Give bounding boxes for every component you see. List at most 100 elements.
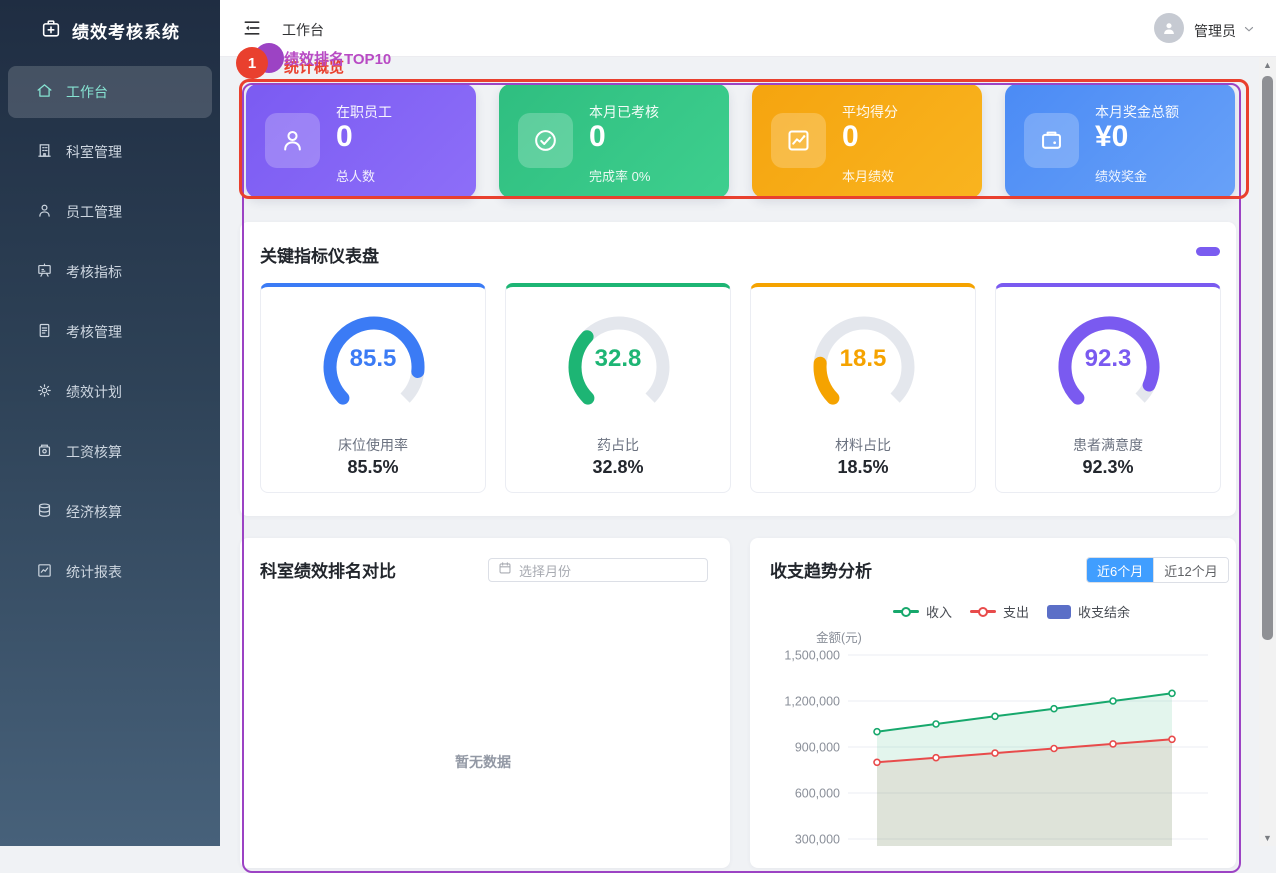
top-header	[220, 0, 1276, 57]
scroll-up-icon[interactable]: ▲	[1259, 60, 1276, 70]
legend-label: 支出	[1003, 602, 1029, 621]
stat-card-average-score: 平均得分 0 本月绩效	[752, 84, 982, 198]
sidebar-item-label: 工资核算	[66, 442, 122, 462]
database-icon	[36, 502, 53, 522]
stat-title: 本月奖金总额	[1095, 102, 1179, 122]
stat-value: 0	[589, 120, 606, 154]
scrollbar-thumb[interactable]	[1262, 76, 1273, 640]
sidebar-item-departments[interactable]: 科室管理	[8, 132, 212, 172]
legend-label: 收入	[926, 602, 952, 621]
stat-title: 平均得分	[842, 102, 898, 122]
trend-line-chart: 金额(元) 1,500,000 1,200,000 900,000 600,000 300…	[758, 628, 1236, 846]
ranking-panel	[240, 538, 730, 868]
gauge-label: 患者满意度	[996, 435, 1220, 455]
stat-subtitle: 完成率 0%	[589, 166, 650, 185]
gauge-label: 床位使用率	[261, 435, 485, 455]
month-picker-placeholder: 选择月份	[519, 561, 571, 580]
sidebar-item-reports[interactable]: 统计报表	[8, 552, 212, 592]
annotation-label-red: 统计概览	[284, 56, 344, 77]
gauge-percent: 18.5%	[751, 457, 975, 478]
breadcrumb: 工作台	[282, 20, 324, 40]
sidebar-item-label: 科室管理	[66, 142, 122, 162]
svg-text:1,200,000: 1,200,000	[784, 695, 840, 709]
gear-icon	[36, 382, 53, 402]
sidebar-item-label: 绩效计划	[66, 382, 122, 402]
sidebar-item-workbench[interactable]: 工作台	[8, 66, 212, 118]
sidebar-item-label: 工作台	[66, 82, 108, 102]
presentation-board-icon	[36, 262, 53, 282]
svg-text:1,500,000: 1,500,000	[784, 649, 840, 663]
stat-title: 本月已考核	[589, 102, 659, 122]
scroll-down-icon[interactable]: ▼	[1259, 833, 1276, 843]
building-icon	[36, 142, 53, 162]
sidebar-item-economy[interactable]: 经济核算	[8, 492, 212, 532]
sidebar: 绩效考核系统 工作台 科室管理 员工管理 考核指标 考核管理 绩效计划 工资核算…	[0, 0, 220, 846]
sidebar-item-assessment[interactable]: 考核管理	[8, 312, 212, 352]
stat-card-bonus-total: 本月奖金总额 ¥0 绩效奖金	[1005, 84, 1235, 198]
user-name[interactable]: 管理员	[1194, 21, 1236, 41]
svg-text:900,000: 900,000	[795, 741, 840, 755]
app-logo: 绩效考核系统	[0, 0, 220, 60]
svg-text:金额(元): 金额(元)	[816, 630, 862, 645]
salary-card-icon	[36, 442, 53, 462]
svg-text:600,000: 600,000	[795, 787, 840, 801]
gauge-value: 85.5	[261, 345, 485, 373]
range-toggle-group: 近6个月 近12个月	[1086, 557, 1229, 583]
gauge-card-patient-satisfaction: 92.3 患者满意度 92.3%	[995, 283, 1221, 493]
sidebar-fold-icon[interactable]	[242, 18, 262, 43]
chart-legend: 收入 支出 收支结余	[893, 602, 1130, 621]
line-marker-icon	[893, 610, 919, 613]
legend-label: 收支结余	[1078, 602, 1130, 621]
gauge-label: 药占比	[506, 435, 730, 455]
stat-title: 在职员工	[336, 102, 392, 122]
legend-item-balance[interactable]: 收支结余	[1047, 602, 1130, 621]
calendar-icon	[498, 561, 512, 580]
gauge-percent: 85.5%	[261, 457, 485, 478]
line-marker-icon	[970, 610, 996, 613]
sidebar-item-label: 经济核算	[66, 502, 122, 522]
sidebar-item-label: 统计报表	[66, 562, 122, 582]
stat-subtitle: 本月绩效	[842, 166, 894, 185]
sidebar-item-salary[interactable]: 工资核算	[8, 432, 212, 472]
stat-value: 0	[842, 120, 859, 154]
gauge-label: 材料占比	[751, 435, 975, 455]
gauge-card-material-ratio: 18.5 材料占比 18.5%	[750, 283, 976, 493]
range-button-6m[interactable]: 近6个月	[1087, 558, 1153, 582]
sidebar-item-plan[interactable]: 绩效计划	[8, 372, 212, 412]
sidebar-item-employees[interactable]: 员工管理	[8, 192, 212, 232]
stat-value: ¥0	[1095, 120, 1128, 154]
month-picker-input[interactable]: 选择月份	[488, 558, 708, 582]
document-icon	[36, 322, 53, 342]
range-button-12m[interactable]: 近12个月	[1153, 558, 1227, 582]
stat-subtitle: 总人数	[336, 166, 375, 185]
gauge-percent: 92.3%	[996, 457, 1220, 478]
sidebar-item-kpi[interactable]: 考核指标	[8, 252, 212, 292]
avatar[interactable]	[1154, 13, 1184, 43]
user-icon	[36, 202, 53, 222]
gauge-percent: 32.8%	[506, 457, 730, 478]
collapse-pill[interactable]	[1196, 247, 1220, 256]
briefcase-plus-icon	[40, 17, 62, 44]
gauge-value: 92.3	[996, 345, 1220, 373]
wallet-icon	[1024, 113, 1079, 168]
sidebar-item-label: 考核指标	[66, 262, 122, 282]
trend-chart-icon	[771, 113, 826, 168]
app-title: 绩效考核系统	[72, 18, 180, 43]
check-circle-icon	[518, 113, 573, 168]
sidebar-item-label: 员工管理	[66, 202, 122, 222]
gauge-card-drug-ratio: 32.8 药占比 32.8%	[505, 283, 731, 493]
home-icon	[36, 82, 53, 102]
kpi-panel-title: 关键指标仪表盘	[260, 242, 379, 267]
svg-text:300,000: 300,000	[795, 833, 840, 847]
gauge-value: 32.8	[506, 345, 730, 373]
legend-item-expense[interactable]: 支出	[970, 602, 1029, 621]
gauge-card-bed-usage: 85.5 床位使用率 85.5%	[260, 283, 486, 493]
ranking-title: 科室绩效排名对比	[260, 557, 396, 582]
chevron-down-icon[interactable]	[1242, 22, 1256, 41]
rect-marker-icon	[1047, 605, 1071, 619]
legend-item-income[interactable]: 收入	[893, 602, 952, 621]
gauge-value: 18.5	[751, 345, 975, 373]
stat-card-employees: 在职员工 0 总人数	[246, 84, 476, 198]
sidebar-item-label: 考核管理	[66, 322, 122, 342]
stat-value: 0	[336, 120, 353, 154]
